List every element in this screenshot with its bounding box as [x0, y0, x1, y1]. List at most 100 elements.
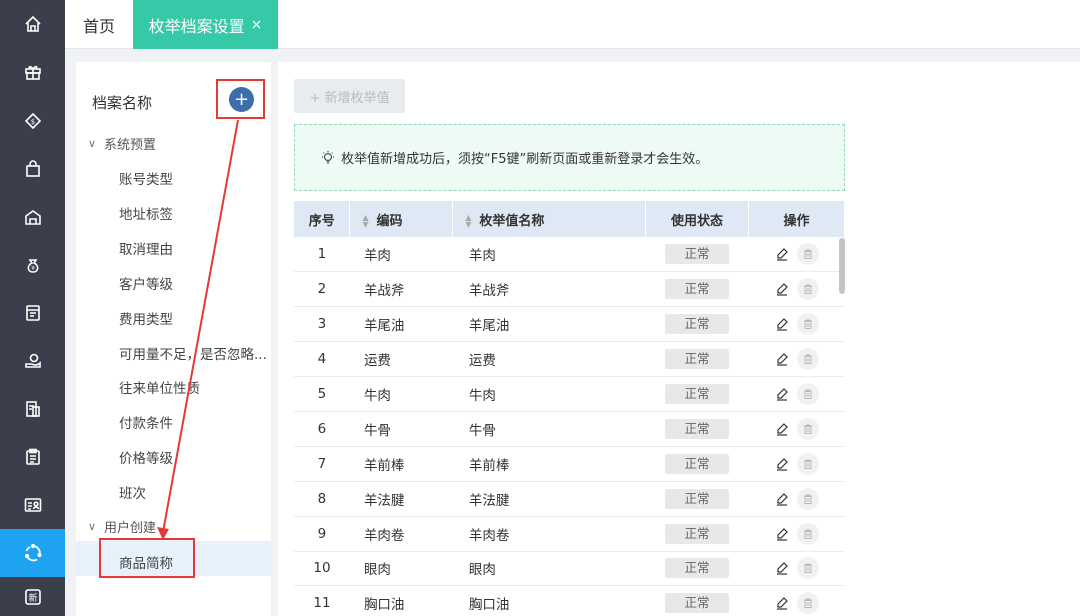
- trash-icon: [803, 389, 812, 399]
- money-bag-icon[interactable]: ¥: [0, 241, 65, 289]
- edit-icon[interactable]: [775, 317, 789, 331]
- archive-item[interactable]: 付款条件: [119, 412, 173, 432]
- annotation-box-add: [216, 79, 265, 119]
- price-tag-icon[interactable]: $: [0, 97, 65, 145]
- edit-icon[interactable]: [775, 527, 789, 541]
- archive-item[interactable]: 账号类型: [119, 168, 173, 188]
- header-code-label: 编码: [376, 213, 403, 229]
- row-code: 羊尾油: [349, 306, 453, 343]
- row-index: 3: [294, 306, 350, 343]
- row-actions: [748, 341, 845, 378]
- delete-button[interactable]: [796, 452, 819, 475]
- delete-button[interactable]: [796, 417, 819, 440]
- group-user-created[interactable]: ∨ 用户创建: [88, 517, 156, 536]
- archive-item[interactable]: 费用类型: [119, 308, 173, 328]
- edit-icon[interactable]: [775, 352, 789, 366]
- row-index: 7: [294, 446, 350, 482]
- row-code: 羊战斧: [349, 271, 453, 308]
- edit-icon[interactable]: [775, 561, 789, 576]
- row-status: 正常: [645, 585, 749, 616]
- table-row[interactable]: 2 羊战斧 羊战斧 正常: [294, 271, 845, 308]
- archive-item[interactable]: 客户等级: [119, 273, 173, 293]
- id-card-icon[interactable]: [0, 481, 65, 529]
- row-status: 正常: [645, 306, 749, 343]
- table-row[interactable]: 9 羊肉卷 羊肉卷 正常: [294, 516, 845, 552]
- header-name[interactable]: ▲ ▼ 枚举值名称: [452, 201, 647, 237]
- header-name-label: 枚举值名称: [479, 213, 545, 229]
- row-name: 胸口油: [452, 585, 646, 616]
- delete-button[interactable]: [796, 278, 819, 301]
- svg-text:$: $: [30, 118, 34, 126]
- row-code: 羊肉卷: [349, 516, 453, 552]
- archive-item[interactable]: 班次: [119, 482, 146, 502]
- archive-item[interactable]: 地址标签: [119, 203, 173, 223]
- table-row[interactable]: 5 牛肉 牛肉 正常: [294, 376, 845, 412]
- tip-banner: 枚举值新增成功后，须按“F5键”刷新页面或重新登录才会生效。: [294, 124, 845, 191]
- delete-button[interactable]: [796, 487, 819, 510]
- new-icon[interactable]: 新: [0, 578, 65, 616]
- row-name: 羊法腱: [452, 481, 646, 517]
- table-row[interactable]: 11 胸口油 胸口油 正常: [294, 585, 845, 616]
- row-actions: [748, 271, 845, 308]
- delete-button[interactable]: [796, 592, 819, 615]
- table-scrollbar[interactable]: [839, 238, 845, 294]
- table-row[interactable]: 6 牛骨 牛骨 正常: [294, 411, 845, 447]
- row-index: 8: [294, 481, 350, 517]
- trash-icon: [803, 563, 812, 574]
- tab-enum-settings[interactable]: 枚举档案设置 ×: [133, 0, 278, 49]
- tab-close-icon[interactable]: ×: [251, 17, 263, 33]
- archive-item[interactable]: 价格等级: [119, 447, 173, 467]
- chevron-down-icon: ∨: [88, 520, 97, 533]
- report-icon[interactable]: [0, 385, 65, 433]
- delete-button[interactable]: [796, 313, 819, 336]
- row-status: 正常: [645, 341, 749, 378]
- archive-item[interactable]: 取消理由: [119, 238, 173, 258]
- shopping-bag-icon[interactable]: [0, 145, 65, 193]
- status-badge: 正常: [665, 523, 730, 544]
- table-row[interactable]: 1 羊肉 羊肉 正常: [294, 237, 845, 273]
- table-row[interactable]: 8 羊法腱 羊法腱 正常: [294, 481, 845, 517]
- settings-cycle-icon[interactable]: [0, 529, 65, 577]
- add-enum-value-button[interactable]: + 新增枚举值: [294, 79, 405, 113]
- status-badge: 正常: [665, 279, 730, 300]
- home-icon[interactable]: [0, 0, 65, 48]
- archive-item[interactable]: 可用量不足，是否忽略...: [119, 343, 267, 363]
- delete-button[interactable]: [796, 348, 819, 371]
- warehouse-icon[interactable]: [0, 193, 65, 241]
- row-actions: [748, 551, 845, 587]
- header-code[interactable]: ▲ ▼ 编码: [349, 201, 454, 237]
- table-header-row: 序号 ▲ ▼ 编码 ▲ ▼ 枚举值名称 使用状态 操作: [294, 201, 845, 237]
- table-row[interactable]: 4 运费 运费 正常: [294, 341, 845, 378]
- edit-icon[interactable]: [775, 457, 789, 471]
- table-row[interactable]: 3 羊尾油 羊尾油 正常: [294, 306, 845, 343]
- status-badge: 正常: [665, 593, 730, 614]
- archive-item[interactable]: 往来单位性质: [119, 377, 200, 397]
- group-system-preset[interactable]: ∨ 系统预置: [88, 134, 156, 153]
- status-badge: 正常: [665, 453, 730, 474]
- table-row[interactable]: 10 眼肉 眼肉 正常: [294, 551, 845, 587]
- edit-icon[interactable]: [775, 282, 789, 296]
- trash-icon: [803, 494, 812, 504]
- edit-icon[interactable]: [775, 247, 789, 261]
- edit-icon[interactable]: [775, 422, 789, 436]
- hand-coin-icon[interactable]: [0, 337, 65, 385]
- delete-button[interactable]: [796, 383, 819, 405]
- table-row[interactable]: 7 羊前棒 羊前棒 正常: [294, 446, 845, 482]
- edit-icon[interactable]: [775, 596, 789, 610]
- status-badge: 正常: [665, 244, 730, 265]
- clipboard-icon[interactable]: [0, 433, 65, 481]
- trash-icon: [803, 424, 812, 434]
- edit-icon[interactable]: [775, 387, 789, 401]
- delete-button[interactable]: [796, 243, 819, 266]
- edit-icon[interactable]: [775, 492, 789, 506]
- row-index: 10: [294, 551, 350, 587]
- status-badge: 正常: [665, 488, 730, 509]
- tab-home[interactable]: 首页: [65, 0, 133, 49]
- row-actions: [748, 376, 845, 412]
- bill-icon[interactable]: [0, 289, 65, 337]
- status-badge: 正常: [665, 314, 730, 335]
- delete-button[interactable]: [796, 557, 819, 580]
- gift-icon[interactable]: [0, 48, 65, 96]
- tab-home-label: 首页: [82, 16, 115, 36]
- delete-button[interactable]: [796, 522, 819, 545]
